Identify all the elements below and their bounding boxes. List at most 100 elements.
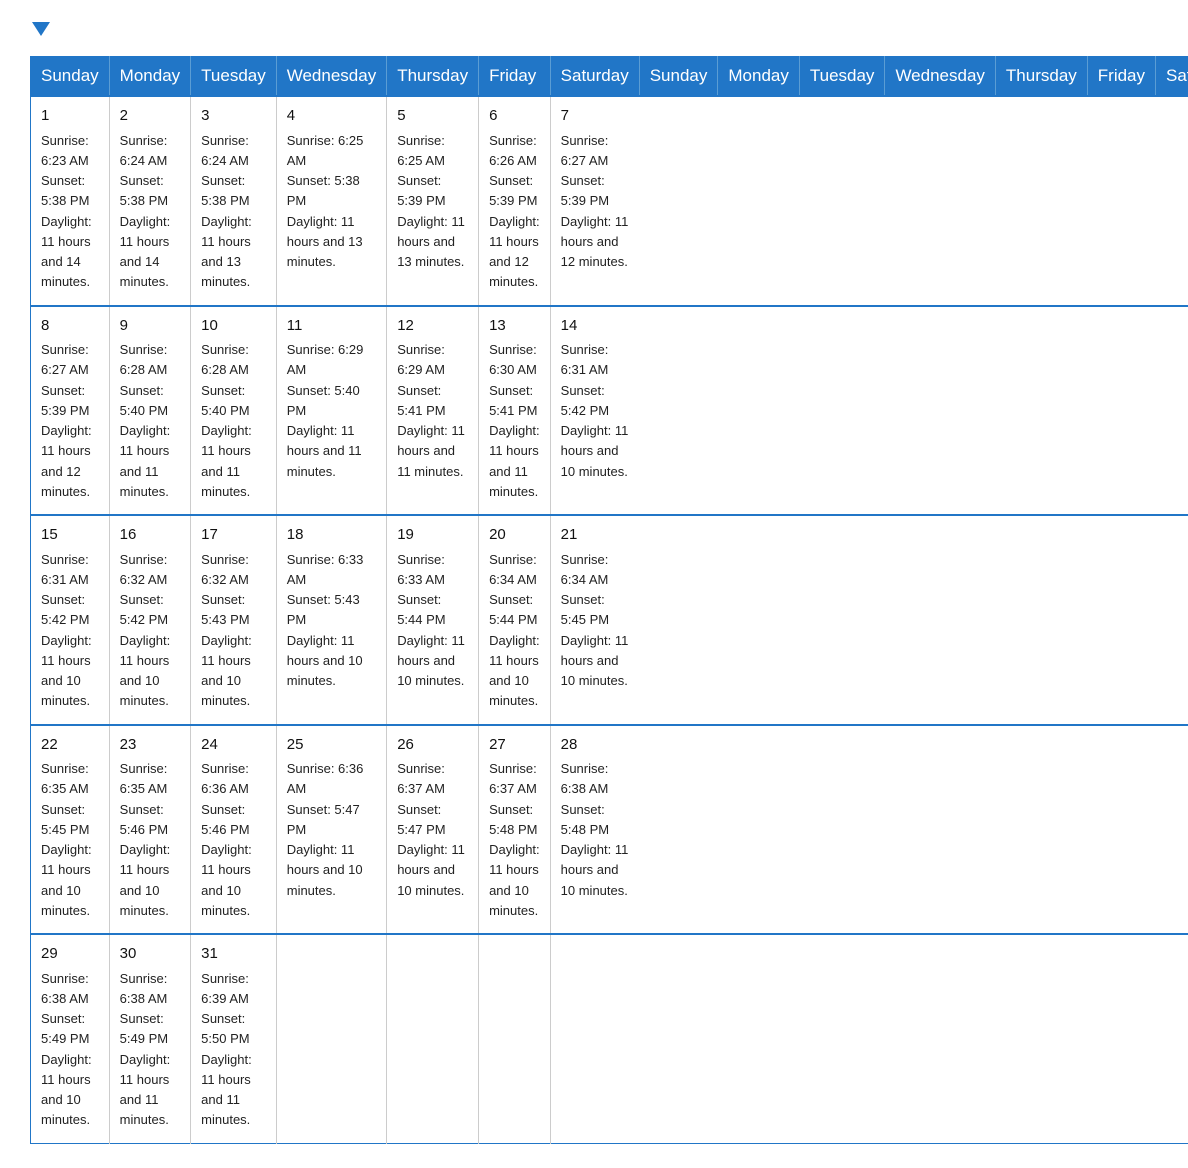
day-number: 24 [201,734,266,757]
day-number: 28 [561,734,630,757]
day-info: Sunrise: 6:34 AMSunset: 5:44 PMDaylight:… [489,552,540,709]
day-number: 21 [561,524,630,547]
day-cell: 22 Sunrise: 6:35 AMSunset: 5:45 PMDayligh… [31,725,110,935]
day-info: Sunrise: 6:31 AMSunset: 5:42 PMDaylight:… [41,552,92,709]
day-cell: 21Sunrise: 6:34 AMSunset: 5:45 PMDayligh… [550,515,639,725]
day-number: 29 [41,943,99,966]
day-number: 20 [489,524,540,547]
day-header-monday: Monday [109,57,190,97]
day-cell: 12 Sunrise: 6:29 AMSunset: 5:41 PMDayligh… [387,306,479,516]
day-number: 17 [201,524,266,547]
day-number: 1 [41,105,99,128]
day-number: 9 [120,315,180,338]
day-info: Sunrise: 6:24 AMSunset: 5:38 PMDaylight:… [201,133,252,290]
day-number: 4 [287,105,376,128]
day-number: 12 [397,315,468,338]
day-header-thursday: Thursday [995,57,1087,97]
week-row-5: 29 Sunrise: 6:38 AMSunset: 5:49 PMDayligh… [31,934,1188,1143]
day-number: 8 [41,315,99,338]
day-cell: 3 Sunrise: 6:24 AMSunset: 5:38 PMDaylight… [191,96,277,306]
day-info: Sunrise: 6:24 AMSunset: 5:38 PMDaylight:… [120,133,171,290]
day-number: 16 [120,524,180,547]
day-number: 2 [120,105,180,128]
day-number: 19 [397,524,468,547]
day-number: 18 [287,524,376,547]
day-number: 27 [489,734,540,757]
day-cell: 27Sunrise: 6:37 AMSunset: 5:48 PMDayligh… [479,725,551,935]
day-cell [550,934,639,1143]
day-header-wednesday: Wednesday [885,57,995,97]
day-header-saturday: Saturday [1156,57,1188,97]
day-info: Sunrise: 6:30 AMSunset: 5:41 PMDaylight:… [489,342,540,499]
day-info: Sunrise: 6:38 AMSunset: 5:49 PMDaylight:… [120,971,171,1128]
day-info: Sunrise: 6:36 AMSunset: 5:46 PMDaylight:… [201,761,252,918]
day-cell: 26 Sunrise: 6:37 AMSunset: 5:47 PMDayligh… [387,725,479,935]
days-header-row: SundayMondayTuesdayWednesdayThursdayFrid… [31,57,1188,97]
day-header-saturday: Saturday [550,57,639,97]
day-number: 22 [41,734,99,757]
day-number: 31 [201,943,266,966]
day-number: 3 [201,105,266,128]
day-cell: 15 Sunrise: 6:31 AMSunset: 5:42 PMDayligh… [31,515,110,725]
day-info: Sunrise: 6:25 AMSunset: 5:39 PMDaylight:… [397,133,465,270]
day-header-wednesday: Wednesday [276,57,386,97]
day-number: 5 [397,105,468,128]
day-cell: 17Sunrise: 6:32 AMSunset: 5:43 PMDayligh… [191,515,277,725]
day-cell: 28 Sunrise: 6:38 AMSunset: 5:48 PMDayligh… [550,725,639,935]
day-info: Sunrise: 6:27 AMSunset: 5:39 PMDaylight:… [41,342,92,499]
day-number: 7 [561,105,630,128]
day-cell: 4 Sunrise: 6:25 AMSunset: 5:38 PMDaylight… [276,96,386,306]
day-cell: 6 Sunrise: 6:26 AMSunset: 5:39 PMDaylight… [479,96,551,306]
day-cell: 14 Sunrise: 6:31 AMSunset: 5:42 PMDayligh… [550,306,639,516]
day-cell: 1Sunrise: 6:23 AMSunset: 5:38 PMDaylight… [31,96,110,306]
day-number: 30 [120,943,180,966]
day-number: 10 [201,315,266,338]
day-cell: 7 Sunrise: 6:27 AMSunset: 5:39 PMDaylight… [550,96,639,306]
day-info: Sunrise: 6:26 AMSunset: 5:39 PMDaylight:… [489,133,540,290]
week-row-2: 8 Sunrise: 6:27 AMSunset: 5:39 PMDaylight… [31,306,1188,516]
day-cell: 23 Sunrise: 6:35 AMSunset: 5:46 PMDayligh… [109,725,190,935]
day-info: Sunrise: 6:33 AMSunset: 5:43 PMDaylight:… [287,552,364,689]
day-info: Sunrise: 6:29 AMSunset: 5:40 PMDaylight:… [287,342,364,479]
logo [30,24,50,38]
day-info: Sunrise: 6:38 AMSunset: 5:48 PMDaylight:… [561,761,629,898]
day-cell: 19Sunrise: 6:33 AMSunset: 5:44 PMDayligh… [387,515,479,725]
day-header-tuesday: Tuesday [799,57,885,97]
day-info: Sunrise: 6:35 AMSunset: 5:46 PMDaylight:… [120,761,171,918]
day-info: Sunrise: 6:38 AMSunset: 5:49 PMDaylight:… [41,971,92,1128]
day-info: Sunrise: 6:29 AMSunset: 5:41 PMDaylight:… [397,342,465,479]
day-number: 23 [120,734,180,757]
day-cell: 13 Sunrise: 6:30 AMSunset: 5:41 PMDayligh… [479,306,551,516]
day-cell: 11 Sunrise: 6:29 AMSunset: 5:40 PMDayligh… [276,306,386,516]
day-cell: 24 Sunrise: 6:36 AMSunset: 5:46 PMDayligh… [191,725,277,935]
day-cell: 9Sunrise: 6:28 AMSunset: 5:40 PMDaylight… [109,306,190,516]
day-cell [276,934,386,1143]
day-info: Sunrise: 6:36 AMSunset: 5:47 PMDaylight:… [287,761,364,898]
day-cell: 16Sunrise: 6:32 AMSunset: 5:42 PMDayligh… [109,515,190,725]
day-number: 15 [41,524,99,547]
day-number: 6 [489,105,540,128]
day-number: 14 [561,315,630,338]
day-cell: 31Sunrise: 6:39 AMSunset: 5:50 PMDayligh… [191,934,277,1143]
day-header-monday: Monday [718,57,799,97]
day-number: 13 [489,315,540,338]
week-row-3: 15 Sunrise: 6:31 AMSunset: 5:42 PMDayligh… [31,515,1188,725]
day-number: 11 [287,315,376,338]
header [30,24,1158,38]
week-row-1: 1Sunrise: 6:23 AMSunset: 5:38 PMDaylight… [31,96,1188,306]
day-cell: 18 Sunrise: 6:33 AMSunset: 5:43 PMDayligh… [276,515,386,725]
day-header-friday: Friday [1087,57,1155,97]
day-header-sunday: Sunday [31,57,110,97]
day-info: Sunrise: 6:28 AMSunset: 5:40 PMDaylight:… [201,342,252,499]
day-info: Sunrise: 6:27 AMSunset: 5:39 PMDaylight:… [561,133,629,270]
day-info: Sunrise: 6:35 AMSunset: 5:45 PMDaylight:… [41,761,92,918]
day-cell: 30 Sunrise: 6:38 AMSunset: 5:49 PMDayligh… [109,934,190,1143]
day-cell: 8 Sunrise: 6:27 AMSunset: 5:39 PMDaylight… [31,306,110,516]
day-number: 26 [397,734,468,757]
day-info: Sunrise: 6:37 AMSunset: 5:47 PMDaylight:… [397,761,465,898]
day-cell: 2 Sunrise: 6:24 AMSunset: 5:38 PMDaylight… [109,96,190,306]
day-info: Sunrise: 6:25 AMSunset: 5:38 PMDaylight:… [287,133,364,270]
week-row-4: 22 Sunrise: 6:35 AMSunset: 5:45 PMDayligh… [31,725,1188,935]
day-info: Sunrise: 6:31 AMSunset: 5:42 PMDaylight:… [561,342,629,479]
day-number: 25 [287,734,376,757]
